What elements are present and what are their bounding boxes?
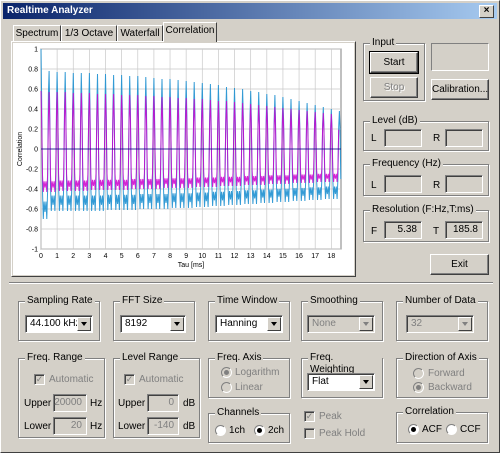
level-upper-field[interactable]: 0 bbox=[147, 394, 179, 412]
freq-weighting-select[interactable]: Flat bbox=[307, 373, 375, 391]
logarithm-label: Logarithm bbox=[235, 367, 280, 378]
acf-radio[interactable] bbox=[408, 424, 419, 435]
ccf-label: CCF bbox=[460, 424, 481, 435]
level-r-field bbox=[445, 129, 483, 147]
chevron-down-icon[interactable] bbox=[267, 317, 281, 331]
level-upper-label: Upper bbox=[118, 398, 146, 409]
level-lower-label: Lower bbox=[118, 421, 146, 432]
chevron-down-icon[interactable] bbox=[170, 317, 184, 331]
tab-spectrum[interactable]: Spectrum bbox=[13, 25, 61, 41]
level-l-field bbox=[384, 129, 422, 147]
resolution-f-field: 5.38 bbox=[384, 221, 422, 239]
level-range-title: Level Range bbox=[120, 352, 181, 364]
channel-1-label: 1ch bbox=[229, 425, 246, 436]
backward-radio[interactable] bbox=[413, 382, 424, 393]
chevron-down-icon[interactable] bbox=[359, 317, 373, 331]
tab-third-octave[interactable]: 1/3 Octave bbox=[61, 25, 117, 41]
level-range-automatic-label: Automatic bbox=[139, 374, 184, 385]
tab-waterfall[interactable]: Waterfall bbox=[117, 25, 163, 41]
fft-size-select[interactable]: 8192 bbox=[120, 315, 186, 333]
title-bar[interactable]: Realtime Analyzer × bbox=[3, 3, 497, 19]
tab-panel bbox=[11, 41, 356, 277]
level-r-label: R bbox=[433, 133, 441, 144]
close-button[interactable]: × bbox=[479, 5, 494, 18]
channel-2-radio[interactable] bbox=[254, 425, 265, 436]
smoothing-value: None bbox=[312, 318, 336, 329]
resolution-t-field: 185.8 bbox=[445, 221, 483, 239]
time-window-value: Hanning bbox=[220, 318, 258, 329]
level-lower-field[interactable]: -140 bbox=[147, 417, 179, 435]
separator bbox=[9, 282, 493, 284]
frequency-r-label: R bbox=[433, 180, 441, 191]
start-button[interactable]: Start bbox=[369, 51, 419, 74]
chevron-down-icon[interactable] bbox=[458, 317, 472, 331]
level-range-automatic-checkbox[interactable]: ✓ bbox=[124, 374, 135, 385]
logarithm-radio[interactable] bbox=[221, 367, 232, 378]
fft-size-title: FFT Size bbox=[120, 295, 165, 307]
backward-label: Backward bbox=[428, 382, 472, 393]
exit-button[interactable]: Exit bbox=[430, 254, 489, 275]
freq-weighting-value: Flat bbox=[312, 376, 329, 387]
stop-button[interactable]: Stop bbox=[370, 77, 418, 98]
level-l-label: L bbox=[371, 133, 377, 144]
number-of-data-title: Number of Data bbox=[403, 295, 478, 307]
chevron-down-icon[interactable] bbox=[77, 317, 91, 331]
level-upper-unit: dB bbox=[183, 398, 196, 409]
peak-hold-label: Peak Hold bbox=[319, 428, 366, 439]
main-window: Realtime Analyzer × Spectrum 1/3 Octave … bbox=[0, 0, 500, 453]
frequency-l-field bbox=[384, 175, 422, 193]
sampling-rate-value: 44.100 kHz bbox=[30, 318, 81, 329]
direction-title: Direction of Axis bbox=[403, 352, 479, 364]
freq-upper-label: Upper bbox=[24, 398, 52, 409]
sampling-rate-title: Sampling Rate bbox=[25, 295, 95, 307]
close-icon: × bbox=[483, 5, 490, 16]
acf-label: ACF bbox=[422, 424, 442, 435]
channels-title: Channels bbox=[215, 407, 262, 419]
ccf-radio[interactable] bbox=[446, 424, 457, 435]
forward-label: Forward bbox=[428, 368, 465, 379]
channel-1-radio[interactable] bbox=[215, 425, 226, 436]
freq-range-automatic-checkbox[interactable]: ✓ bbox=[34, 374, 45, 385]
channel-2-label: 2ch bbox=[268, 425, 285, 436]
peak-label: Peak bbox=[319, 411, 342, 422]
chevron-down-icon[interactable] bbox=[359, 375, 373, 389]
input-group-title: Input bbox=[370, 37, 397, 49]
freq-upper-unit: Hz bbox=[90, 398, 103, 409]
peak-hold-checkbox[interactable] bbox=[304, 428, 315, 439]
correlation-title: Correlation bbox=[403, 406, 456, 418]
resolution-t-label: T bbox=[433, 226, 440, 237]
linear-label: Linear bbox=[235, 382, 263, 393]
fft-size-value: 8192 bbox=[125, 318, 148, 329]
peak-checkbox[interactable]: ✓ bbox=[304, 411, 315, 422]
resolution-group-title: Resolution (F:Hz,T:ms) bbox=[370, 204, 476, 216]
freq-range-automatic-label: Automatic bbox=[49, 374, 94, 385]
tab-correlation[interactable]: Correlation bbox=[163, 22, 217, 42]
frequency-group-title: Frequency (Hz) bbox=[370, 158, 443, 170]
number-of-data-select[interactable]: 32 bbox=[406, 315, 474, 333]
freq-axis-title: Freq. Axis bbox=[215, 352, 264, 364]
level-lower-unit: dB bbox=[183, 421, 196, 432]
frequency-r-field bbox=[445, 175, 483, 193]
linear-radio[interactable] bbox=[221, 382, 232, 393]
calibration-button[interactable]: Calibration... bbox=[431, 79, 489, 100]
smoothing-select[interactable]: None bbox=[307, 315, 375, 333]
time-window-select[interactable]: Hanning bbox=[215, 315, 283, 333]
level-group-title: Level (dB) bbox=[370, 115, 420, 127]
frequency-l-label: L bbox=[371, 180, 377, 191]
time-window-title: Time Window bbox=[215, 295, 280, 307]
freq-upper-field[interactable]: 20000 bbox=[53, 394, 87, 412]
resolution-f-label: F bbox=[371, 226, 378, 237]
window-title: Realtime Analyzer bbox=[7, 5, 93, 16]
smoothing-title: Smoothing bbox=[308, 295, 360, 307]
number-of-data-value: 32 bbox=[411, 318, 423, 329]
freq-range-title: Freq. Range bbox=[25, 352, 85, 364]
freq-lower-field[interactable]: 20 bbox=[53, 417, 87, 435]
forward-radio[interactable] bbox=[413, 368, 424, 379]
freq-lower-unit: Hz bbox=[90, 421, 103, 432]
freq-lower-label: Lower bbox=[24, 421, 52, 432]
sampling-rate-select[interactable]: 44.100 kHz bbox=[25, 315, 93, 333]
status-display bbox=[431, 43, 489, 71]
